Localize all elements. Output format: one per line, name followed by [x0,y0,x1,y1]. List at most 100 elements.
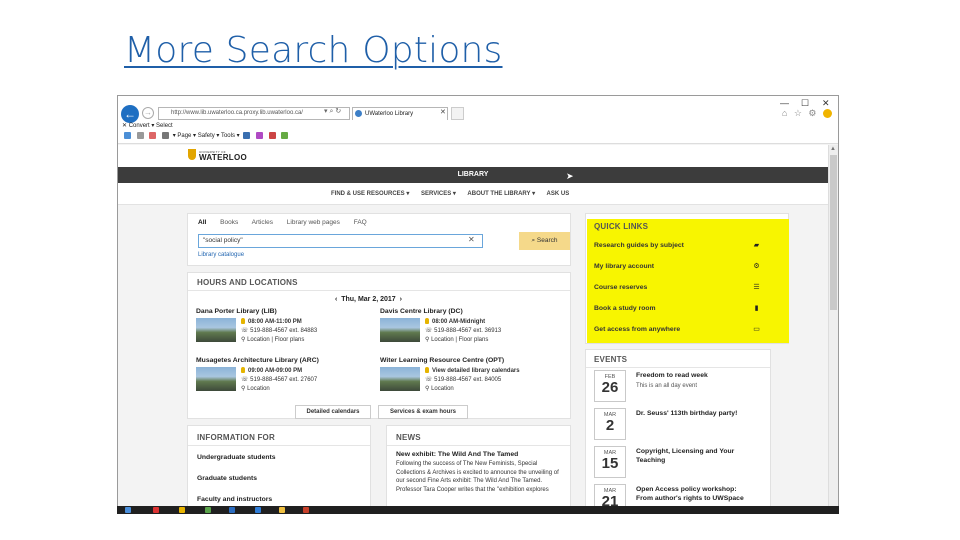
favorites-icon[interactable]: ⌂ ☆ ⚙ [782,108,832,119]
browser-tab[interactable]: UWaterloo Library [352,107,448,120]
clear-search-icon[interactable]: ✕ [468,235,475,244]
hours-header: HOURS AND LOCATIONS [197,278,298,287]
prev-day-icon[interactable]: ‹ [335,296,337,303]
library-name[interactable]: Davis Centre Library (DC) [380,308,463,315]
scroll-up-icon[interactable]: ▲ [830,146,836,152]
library-info: 08:00 AM-11:00 PM ☏ 519-888-4567 ext. 84… [241,318,318,343]
event-subtitle: This is an all day event [636,383,698,389]
library-banner[interactable]: LIBRARY [118,167,828,183]
info-link-graduate[interactable]: Graduate students [197,475,257,482]
tab-books[interactable]: Books [220,219,238,226]
library-phone[interactable]: 519-888-4567 ext. 27607 [250,377,317,383]
addon-icon[interactable] [268,132,276,139]
feeds-icon[interactable] [136,132,144,139]
quick-link-access-anywhere[interactable]: Get access from anywhere [594,326,680,333]
nav-about-library[interactable]: ABOUT THE LIBRARY ▾ [467,191,535,197]
tab-all[interactable]: All [198,219,206,226]
next-day-icon[interactable]: › [400,296,402,303]
library-photo [196,318,236,342]
library-photo [380,318,420,342]
event-title-link[interactable]: Open Access policy workshop: [636,486,737,495]
home-icon[interactable] [124,132,131,139]
search-input[interactable]: "social policy" [198,234,483,248]
logo-text[interactable]: WATERLOO [199,153,247,162]
detailed-calendars-button[interactable]: Detailed calendars [295,405,371,419]
library-hours: 08:00 AM-11:00 PM [248,319,302,325]
library-phone[interactable]: 519-888-4567 ext. 84883 [250,328,317,334]
forward-arrow-icon[interactable]: → [142,107,154,119]
command-bar-row2[interactable]: ▾ Page ▾ Safety ▾ Tools ▾ [122,132,290,139]
new-tab-button[interactable] [451,107,464,120]
windows-taskbar [117,506,839,514]
library-location-link[interactable]: Location | Floor plans [247,337,304,343]
back-arrow-icon[interactable]: ← [121,105,139,123]
convert-select-label[interactable]: ✕ Convert ▾ Select [122,123,173,129]
nav-ask-us[interactable]: ASK US [547,191,570,197]
info-link-faculty[interactable]: Faculty and instructors [197,496,272,503]
event-day: 2 [605,417,615,434]
event-title-link[interactable]: Freedom to read week [636,372,708,381]
events-header: EVENTS [594,355,628,364]
quick-link-course-reserves[interactable]: Course reserves [594,284,647,291]
globe-icon [355,110,362,117]
date-navigator: ‹ Thu, Mar 2, 2017 › [335,296,402,303]
waterloo-crest-icon[interactable] [188,149,196,160]
ie-icon[interactable] [229,507,235,513]
refresh-icon[interactable]: ▾ ⌕ ↻ [324,107,341,116]
mail-icon[interactable] [149,132,157,139]
library-location-link[interactable]: Location [247,386,270,392]
address-bar[interactable]: http://www.lib.uwaterloo.ca.proxy.lib.uw… [158,107,350,120]
event-date-badge: MAR 2 [594,408,626,440]
info-link-undergraduate[interactable]: Undergraduate students [197,454,276,461]
word-icon[interactable] [255,507,261,513]
command-bar-row1[interactable]: ✕ Convert ▾ Select [122,122,173,129]
folder-taskbar-icon[interactable] [279,507,285,513]
services-exam-hours-button[interactable]: Services & exam hours [378,405,468,419]
opera-icon[interactable] [153,507,159,513]
library-name[interactable]: Dana Porter Library (LIB) [196,308,277,315]
browser-chrome: — ☐ ✕ ← → http://www.lib.uwaterloo.ca.pr… [118,96,838,144]
event-date-badge: FEB 26 [594,370,626,402]
library-name[interactable]: Witer Learning Resource Centre (OPT) [380,357,504,364]
nav-find-use-resources[interactable]: FIND & USE RESOURCES ▾ [331,191,409,197]
library-location-link[interactable]: Location [431,386,454,392]
library-catalogue-link[interactable]: Library catalogue [198,252,244,258]
file-explorer-icon[interactable] [179,507,185,513]
library-calendars-link[interactable]: View detailed library calendars [432,368,520,374]
news-title-link[interactable]: New exhibit: The Wild And The Tamed [396,451,518,458]
scrollbar-thumb[interactable] [830,155,837,310]
event-title-link[interactable]: Dr. Seuss' 113th birthday party! [636,410,737,419]
print-icon[interactable] [162,132,170,139]
library-phone[interactable]: 519-888-4567 ext. 84005 [434,377,501,383]
powerpoint-icon[interactable] [303,507,309,513]
addon-icon[interactable] [281,132,289,139]
tab-library-web-pages[interactable]: Library web pages [287,219,340,226]
site-header: UNIVERSITY OF WATERLOO [118,145,828,167]
search-button-label: Search [536,237,558,244]
library-info: 09:00 AM-09:00 PM ☏ 519-888-4567 ext. 27… [241,367,318,392]
vertical-scrollbar[interactable]: ▲ [828,145,838,512]
library-phone[interactable]: 519-888-4567 ext. 36913 [434,328,501,334]
event-title-link-line2[interactable]: From author's rights to UWSpace [636,495,744,504]
quick-link-research-guides[interactable]: Research guides by subject [594,242,684,249]
quick-link-library-account[interactable]: My library account [594,263,654,270]
help-icon[interactable] [243,132,251,139]
nav-services[interactable]: SERVICES ▾ [421,191,456,197]
start-icon[interactable] [125,507,131,513]
library-location-link[interactable]: Location | Floor plans [431,337,488,343]
search-button[interactable]: ⌕ Search [519,232,570,250]
tab-articles[interactable]: Articles [252,219,273,226]
page-safety-tools-label[interactable]: ▾ Page ▾ Safety ▾ Tools ▾ [173,133,240,139]
minimize-icon[interactable]: — [780,98,789,108]
event-title-link-line2[interactable]: Teaching [636,457,665,466]
feedback-smiley-icon[interactable] [823,109,832,119]
chrome-icon[interactable] [205,507,211,513]
event-title-link[interactable]: Copyright, Licensing and Your [636,448,734,457]
library-info: View detailed library calendars ☏ 519-88… [425,367,520,392]
library-name[interactable]: Musagetes Architecture Library (ARC) [196,357,319,364]
addon-icon[interactable] [256,132,264,139]
divider [188,445,370,446]
tab-close-icon[interactable]: ✕ [440,108,446,116]
quick-link-study-room[interactable]: Book a study room [594,305,656,312]
tab-faq[interactable]: FAQ [354,219,367,226]
